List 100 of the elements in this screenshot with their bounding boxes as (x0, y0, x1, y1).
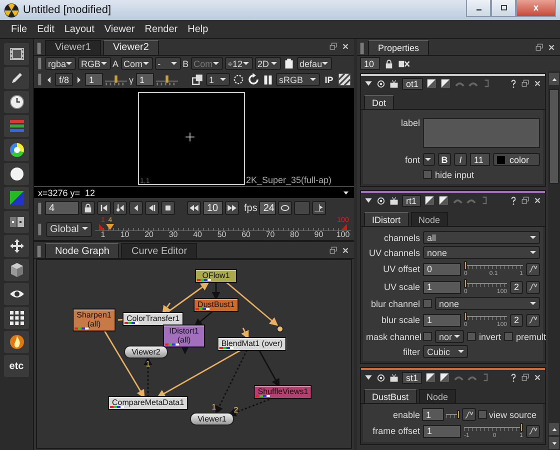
wipe-dropdown[interactable]: - (154, 57, 181, 70)
revert-icon[interactable] (481, 372, 490, 382)
fast-forward-button[interactable] (225, 201, 239, 216)
help-icon[interactable] (509, 372, 518, 382)
scroll-up-button[interactable] (549, 423, 559, 435)
close-icon[interactable] (533, 79, 542, 88)
display-channel-dropdown[interactable]: RGB (78, 57, 111, 70)
node-name-field[interactable]: st1 (402, 372, 422, 384)
viewer-node[interactable]: Viewer1 (190, 412, 234, 426)
knob-dropdown[interactable]: none (435, 297, 540, 310)
split-button[interactable]: 2 (510, 280, 523, 294)
swatch-icon[interactable] (439, 372, 450, 383)
float-icon[interactable] (329, 42, 338, 52)
checkbox[interactable] (423, 332, 432, 341)
menu-item[interactable]: Edit (32, 24, 60, 34)
pause-icon[interactable] (262, 74, 274, 86)
lock-icon[interactable] (384, 58, 394, 68)
label-input[interactable] (423, 118, 540, 148)
value-field[interactable]: 0 (423, 262, 461, 276)
animation-button[interactable] (526, 262, 540, 276)
scroll-down-button[interactable] (549, 437, 559, 449)
loop-button[interactable] (278, 201, 292, 216)
more-tools-button[interactable]: etc (4, 355, 29, 377)
swatch-icon[interactable] (438, 195, 449, 206)
font-size-field[interactable]: 11 (470, 153, 490, 166)
slider-handle[interactable] (520, 423, 523, 432)
first-frame-button[interactable] (97, 201, 111, 216)
swatch-icon[interactable] (425, 372, 436, 383)
roi-dropdown[interactable]: 1 (206, 73, 230, 86)
close-icon[interactable] (547, 42, 556, 52)
panel-tab[interactable]: Node (410, 212, 448, 226)
caret-icon[interactable] (342, 188, 350, 197)
float-icon[interactable] (521, 79, 530, 88)
menu-item[interactable]: Help (182, 24, 214, 34)
clear-icon[interactable] (398, 58, 410, 68)
maximize-button[interactable] (491, 0, 516, 17)
gamma-field[interactable]: 1 (136, 73, 154, 86)
swatch-icon[interactable] (440, 78, 451, 89)
close-icon[interactable] (341, 246, 350, 254)
bold-button[interactable]: B (438, 153, 451, 166)
channels-dropdown[interactable]: rgba (45, 57, 76, 70)
panel-tab[interactable]: Curve Editor (121, 243, 198, 258)
tool-button[interactable] (4, 163, 29, 185)
target-icon[interactable] (232, 73, 245, 86)
italic-button[interactable]: I (454, 153, 467, 166)
slider-handle[interactable] (464, 312, 468, 321)
close-icon[interactable] (533, 373, 542, 382)
max-panels-field[interactable]: 10 (360, 57, 380, 70)
slider-handle[interactable] (464, 261, 467, 270)
viewer-node[interactable]: Viewer2 (124, 346, 168, 358)
panel-tab[interactable]: DustBust (364, 389, 417, 403)
menu-item[interactable]: Viewer (99, 24, 140, 34)
ring-dot-icon[interactable] (376, 372, 386, 382)
previous-keyframe-button[interactable] (113, 201, 127, 216)
panel-tab[interactable]: Node Graph (45, 243, 120, 258)
stop-button[interactable] (161, 201, 175, 216)
checkbox[interactable] (423, 170, 432, 179)
value-field[interactable]: 1 (422, 408, 444, 421)
mini-slider-icon[interactable] (156, 73, 178, 86)
current-frame-marker[interactable] (106, 224, 114, 230)
ring-dot-icon[interactable] (376, 78, 386, 88)
range-dropdown[interactable]: Global (46, 222, 92, 237)
panel-tab[interactable]: Node (418, 389, 456, 403)
knob-dropdown[interactable]: Cubic (423, 345, 468, 358)
graph-node[interactable]: Sharpen1 (all) (72, 308, 116, 332)
graph-node[interactable]: IDistort1 (all) (163, 324, 205, 348)
close-icon[interactable] (341, 42, 350, 52)
checkbox[interactable] (478, 410, 487, 419)
swatch-icon[interactable] (426, 78, 437, 89)
ring-dot-icon[interactable] (376, 196, 386, 206)
tool-button[interactable] (4, 43, 29, 65)
graph-node[interactable]: ColorTransfer1 (122, 312, 184, 326)
tool-button[interactable] (4, 67, 29, 89)
graph-node[interactable]: OFlow1 (195, 269, 237, 283)
dot-node[interactable] (276, 326, 284, 332)
previous-frame-button[interactable] (129, 201, 143, 216)
fstop-field[interactable]: f/8 (55, 73, 74, 86)
tv-icon[interactable] (389, 372, 399, 382)
tv-icon[interactable] (389, 78, 399, 88)
checkbox[interactable] (504, 332, 514, 341)
tool-button[interactable] (4, 283, 29, 305)
tool-button[interactable] (4, 307, 29, 329)
tool-button[interactable] (4, 259, 29, 281)
stripes-icon[interactable] (338, 73, 351, 86)
tv-icon[interactable] (389, 196, 399, 206)
fps-field[interactable]: 24 (259, 201, 276, 216)
float-icon[interactable] (521, 196, 530, 205)
knob-dropdown[interactable]: none (423, 246, 540, 259)
view-mode-dropdown[interactable]: 2D (254, 57, 281, 70)
collapse-icon[interactable] (364, 196, 373, 205)
slider-track[interactable] (464, 312, 507, 321)
triangle-right-icon[interactable] (75, 74, 84, 85)
tool-button[interactable] (4, 331, 29, 353)
scrollbar-thumb[interactable] (549, 89, 559, 184)
play-backward-button[interactable] (145, 201, 159, 216)
graph-node[interactable]: DustBust1 (194, 298, 238, 312)
ip-button[interactable]: IP (322, 72, 336, 87)
value-field[interactable]: 1 (423, 280, 461, 294)
panel-tab[interactable]: Dot (364, 95, 394, 109)
value-field[interactable]: 1 (423, 424, 461, 438)
